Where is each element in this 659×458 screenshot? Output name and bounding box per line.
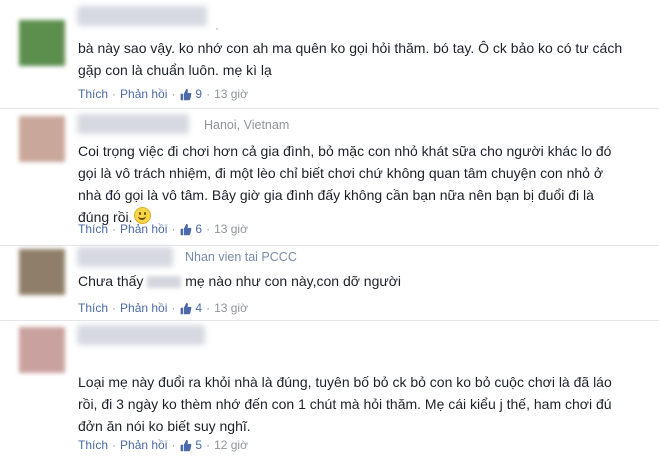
dot-separator: · bbox=[206, 301, 211, 315]
author-workplace: Nhan vien tai PCCC bbox=[185, 250, 297, 264]
dot-separator: · bbox=[171, 222, 176, 236]
author-name-blurred[interactable] bbox=[77, 325, 205, 345]
avatar[interactable] bbox=[19, 20, 65, 66]
comment: Nhan vien tai PCCC Chưa thấy mẹ nào như … bbox=[0, 245, 659, 321]
dot-separator: · bbox=[171, 438, 176, 452]
censored-word bbox=[147, 276, 182, 289]
timestamp[interactable]: 13 giờ bbox=[214, 222, 248, 236]
thumbs-up-icon[interactable] bbox=[179, 223, 192, 236]
author-name-blurred[interactable] bbox=[77, 6, 207, 26]
like-link[interactable]: Thích bbox=[78, 301, 108, 315]
comment-text: bà này sao vậy. ko nhớ con ah ma quên ko… bbox=[78, 40, 623, 78]
comment-text-body: Coi trọng việc đi chơi hơn cả gia đình, … bbox=[78, 143, 612, 225]
comment-feed: · bà này sao vậy. ko nhớ con ah ma quên … bbox=[0, 0, 659, 458]
reply-link[interactable]: Phản hồi bbox=[120, 222, 167, 236]
dot-separator: · bbox=[171, 301, 176, 315]
comment-actions: Thích · Phản hồi · 6 · 13 giờ bbox=[78, 222, 248, 236]
dot-separator: · bbox=[206, 87, 211, 101]
timestamp[interactable]: 13 giờ bbox=[214, 87, 248, 101]
avatar[interactable] bbox=[19, 327, 65, 373]
reply-link[interactable]: Phản hồi bbox=[120, 438, 167, 452]
comment-actions: Thích · Phản hồi · 4 · 13 giờ bbox=[78, 301, 248, 315]
dot-separator: · bbox=[112, 301, 117, 315]
dot-separator: · bbox=[112, 222, 117, 236]
author-location: Hanoi, Vietnam bbox=[204, 118, 290, 132]
dot-separator: · bbox=[206, 438, 211, 452]
reply-link[interactable]: Phản hồi bbox=[120, 87, 167, 101]
like-link[interactable]: Thích bbox=[78, 222, 108, 236]
like-link[interactable]: Thích bbox=[78, 438, 108, 452]
comment-actions: Thích · Phản hồi · 5 · 12 giờ bbox=[78, 438, 248, 452]
thumbs-up-icon[interactable] bbox=[179, 302, 192, 315]
timestamp[interactable]: 13 giờ bbox=[214, 301, 248, 315]
dot-separator: · bbox=[112, 438, 117, 452]
like-count[interactable]: 9 bbox=[195, 87, 202, 101]
comment: · bà này sao vậy. ko nhớ con ah ma quên … bbox=[0, 0, 659, 109]
comment: Loại mẹ này đuổi ra khỏi nhà là đúng, tu… bbox=[0, 320, 659, 458]
avatar[interactable] bbox=[19, 249, 65, 295]
separator: · bbox=[215, 21, 219, 35]
timestamp[interactable]: 12 giờ bbox=[214, 438, 248, 452]
comment: Hanoi, Vietnam Coi trọng việc đi chơi hơ… bbox=[0, 108, 659, 246]
thumbs-up-icon[interactable] bbox=[179, 439, 192, 452]
like-count[interactable]: 5 bbox=[195, 438, 202, 452]
dot-separator: · bbox=[171, 87, 176, 101]
like-count[interactable]: 6 bbox=[195, 222, 202, 236]
comment-text: Coi trọng việc đi chơi hơn cả gia đình, … bbox=[78, 140, 648, 228]
author-name-blurred[interactable] bbox=[77, 247, 173, 267]
comment-text: Chưa thấy mẹ nào như con này,con dỡ ngườ… bbox=[78, 270, 648, 292]
comment-text: Loại mẹ này đuổi ra khỏi nhà là đúng, tu… bbox=[78, 374, 612, 434]
like-link[interactable]: Thích bbox=[78, 87, 108, 101]
author-name-blurred[interactable] bbox=[77, 114, 189, 134]
comment-text-end: mẹ nào như con này,con dỡ người bbox=[185, 273, 402, 289]
dot-separator: · bbox=[112, 87, 117, 101]
comment-text-start: Chưa thấy bbox=[78, 273, 144, 289]
reply-link[interactable]: Phản hồi bbox=[120, 301, 167, 315]
thumbs-up-icon[interactable] bbox=[179, 88, 192, 101]
comment-actions: Thích · Phản hồi · 9 · 13 giờ bbox=[78, 87, 248, 101]
avatar[interactable] bbox=[19, 116, 65, 162]
like-count[interactable]: 4 bbox=[195, 301, 202, 315]
dot-separator: · bbox=[206, 222, 211, 236]
